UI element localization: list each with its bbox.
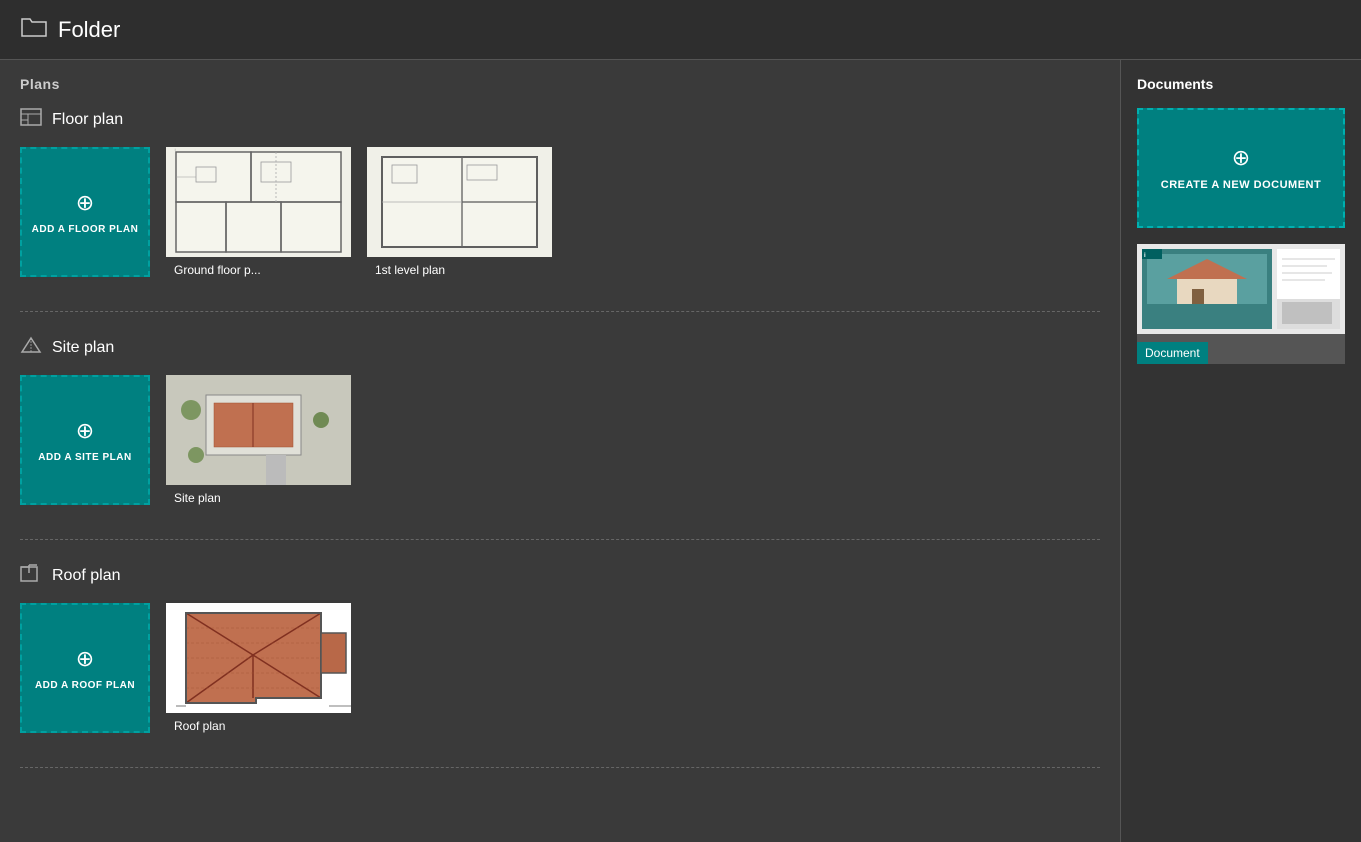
site-plan-label-text: Site plan xyxy=(166,485,351,515)
main-layout: Plans Floor plan ⊕ ADD A FLOOR xyxy=(0,60,1361,842)
site-plan-header: Site plan xyxy=(20,336,1100,359)
ground-floor-card[interactable]: ↕ Ground floor p... xyxy=(166,147,351,287)
plans-section-title: Plans xyxy=(20,76,1100,92)
divider-3 xyxy=(20,767,1100,768)
floor-plan-header: Floor plan xyxy=(20,108,1100,131)
header: Folder xyxy=(0,0,1361,60)
page-title: Folder xyxy=(58,17,120,43)
site-plan-section: Site plan ⊕ ADD A SITE PLAN xyxy=(20,336,1100,515)
site-plan-thumbnail xyxy=(166,375,351,485)
first-level-card[interactable]: 1st level plan xyxy=(367,147,552,287)
create-doc-icon: ⊕ xyxy=(1232,145,1250,171)
first-level-label: 1st level plan xyxy=(367,257,552,287)
right-panel: Documents ⊕ CREATE A NEW DOCUMENT xyxy=(1121,60,1361,842)
add-roof-plan-icon: ⊕ xyxy=(76,646,94,672)
document-thumbnail: i xyxy=(1137,244,1345,334)
documents-title: Documents xyxy=(1137,76,1345,92)
add-site-plan-icon: ⊕ xyxy=(76,418,94,444)
add-floor-plan-card[interactable]: ⊕ ADD A FLOOR PLAN xyxy=(20,147,150,277)
site-plan-items: ⊕ ADD A SITE PLAN xyxy=(20,375,1100,515)
roof-plan-items: ⊕ ADD A ROOF PLAN xyxy=(20,603,1100,743)
add-site-plan-label: ADD A SITE PLAN xyxy=(38,452,131,463)
left-panel: Plans Floor plan ⊕ ADD A FLOOR xyxy=(0,60,1121,842)
add-floor-plan-icon: ⊕ xyxy=(76,190,94,216)
add-roof-plan-card[interactable]: ⊕ ADD A ROOF PLAN xyxy=(20,603,150,733)
divider-1 xyxy=(20,311,1100,312)
roof-plan-label: Roof plan xyxy=(52,567,121,585)
site-plan-icon xyxy=(20,336,42,359)
site-plan-label: Site plan xyxy=(52,339,114,357)
site-plan-card[interactable]: Site plan xyxy=(166,375,351,515)
roof-plan-section: Roof plan ⊕ ADD A ROOF PLAN xyxy=(20,564,1100,743)
floor-plan-icon xyxy=(20,108,42,131)
add-site-plan-card[interactable]: ⊕ ADD A SITE PLAN xyxy=(20,375,150,505)
create-doc-label: CREATE A NEW DOCUMENT xyxy=(1161,179,1321,191)
roof-plan-icon xyxy=(20,564,42,587)
ground-floor-thumbnail: ↕ xyxy=(166,147,351,257)
floor-plan-label: Floor plan xyxy=(52,111,123,129)
document-card[interactable]: i Document xyxy=(1137,244,1345,364)
first-level-thumbnail xyxy=(367,147,552,257)
divider-2 xyxy=(20,539,1100,540)
document-label: Document xyxy=(1137,342,1208,364)
roof-plan-header: Roof plan xyxy=(20,564,1100,587)
floor-plan-items: ⊕ ADD A FLOOR PLAN xyxy=(20,147,1100,287)
svg-text:↕: ↕ xyxy=(174,147,176,152)
floor-plan-section: Floor plan ⊕ ADD A FLOOR PLAN xyxy=(20,108,1100,287)
add-roof-plan-label: ADD A ROOF PLAN xyxy=(35,680,135,691)
add-floor-plan-label: ADD A FLOOR PLAN xyxy=(32,224,139,235)
roof-plan-label-text: Roof plan xyxy=(166,713,351,743)
roof-plan-card[interactable]: Roof plan xyxy=(166,603,351,743)
roof-plan-thumbnail xyxy=(166,603,351,713)
create-document-card[interactable]: ⊕ CREATE A NEW DOCUMENT xyxy=(1137,108,1345,228)
ground-floor-label: Ground floor p... xyxy=(166,257,351,287)
folder-icon xyxy=(20,15,48,45)
